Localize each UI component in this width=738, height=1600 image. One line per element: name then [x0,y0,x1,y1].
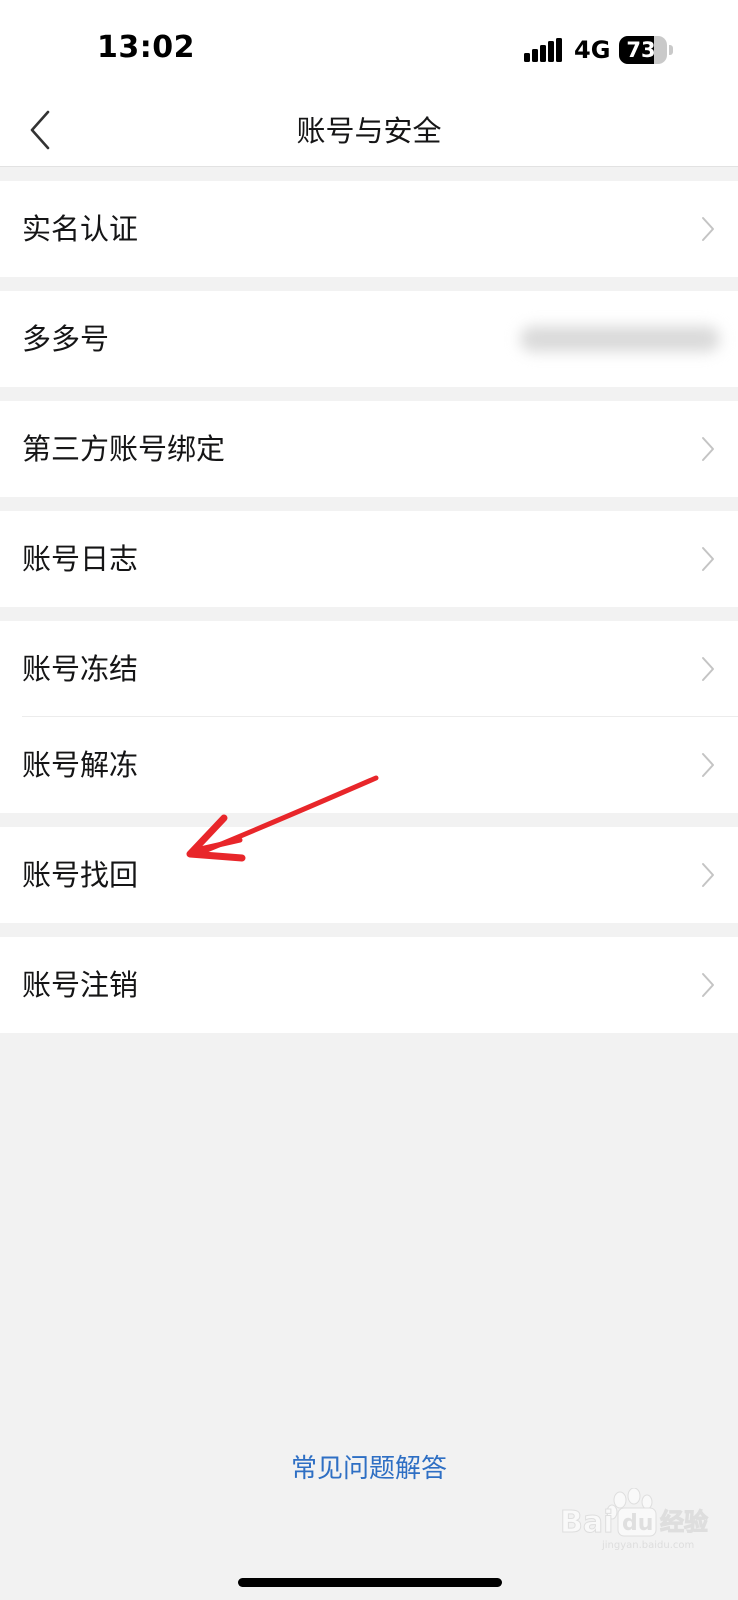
menu-item-label: 第三方账号绑定 [22,432,226,466]
menu-item-third-party-binding[interactable]: 第三方账号绑定 [0,401,738,497]
faq-link[interactable]: 常见问题解答 [0,1448,738,1485]
svg-text:经验: 经验 [660,1508,708,1536]
menu-item-account-log[interactable]: 账号日志 [0,511,738,607]
home-indicator [238,1578,502,1587]
menu-item-label: 账号注销 [22,968,139,1002]
baidu-jingyan-watermark: Bai du 经验 jingyan.baidu.com [560,1488,709,1551]
menu-item-label: 账号找回 [22,858,139,892]
menu-item-label: 账号日志 [22,542,139,576]
chevron-right-icon [702,437,714,461]
menu-item-account-freeze[interactable]: 账号冻结 [0,621,738,717]
blurred-duoduo-id-value [520,326,720,352]
page-title: 账号与安全 [296,114,442,148]
menu-item-account-cancellation[interactable]: 账号注销 [0,937,738,1033]
chevron-left-icon [30,110,50,150]
chevron-right-icon [702,863,714,887]
menu-item-real-name-verification[interactable]: 实名认证 [0,181,738,277]
menu-item-label: 账号冻结 [22,652,139,686]
battery-icon: 73 [619,36,673,64]
back-button[interactable] [18,106,68,156]
menu-item-label: 账号解冻 [22,748,139,782]
chevron-right-icon [702,217,714,241]
menu-item-label: 实名认证 [22,212,139,246]
chevron-right-icon [702,973,714,997]
menu-item-duoduo-id[interactable]: 多多号 [0,291,738,387]
svg-text:du: du [622,1511,653,1536]
menu-item-label: 多多号 [22,322,110,356]
battery-percent: 73 [626,38,656,62]
chevron-right-icon [702,753,714,777]
svg-text:jingyan.baidu.com: jingyan.baidu.com [601,1540,694,1551]
chevron-right-icon [702,657,714,681]
signal-strength-icon [524,38,562,62]
status-time: 13:02 [97,30,195,65]
network-type-label: 4G [574,36,611,64]
chevron-right-icon [702,547,714,571]
status-bar: 13:02 4G 73 [0,0,738,96]
svg-text:Bai: Bai [560,1505,613,1540]
navigation-bar: 账号与安全 [0,96,738,167]
red-arrow-annotation [186,775,379,862]
